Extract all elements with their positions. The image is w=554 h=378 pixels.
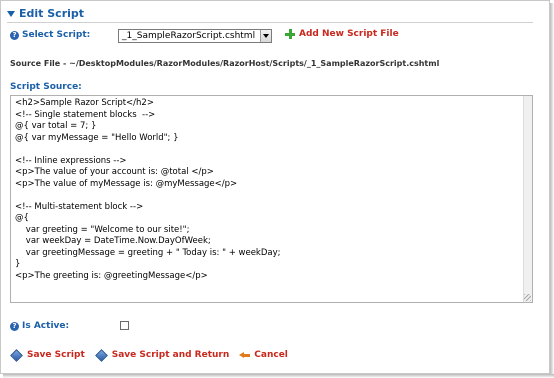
save-script-and-return-label: Save Script and Return — [111, 350, 230, 360]
action-bar: Save Script Save Script and Return Cance… — [10, 348, 298, 362]
add-new-script-file-link[interactable]: Add New Script File — [285, 29, 399, 39]
vertical-scrollbar[interactable] — [523, 96, 532, 302]
section-divider — [7, 22, 533, 23]
source-file-path: Source File - ~/DesktopModules/RazorModu… — [10, 59, 440, 68]
resize-grip-icon[interactable] — [524, 294, 531, 301]
back-arrow-icon — [239, 351, 251, 360]
save-diamond-icon — [94, 348, 108, 362]
panel-shadow-bottom — [3, 374, 554, 378]
is-active-label-group: ? Is Active: — [10, 321, 69, 331]
cancel-label: Cancel — [254, 350, 288, 360]
select-script-dropdown[interactable]: _1_SampleRazorScript.cshtml — [118, 29, 272, 43]
is-active-label: Is Active: — [22, 321, 70, 331]
panel-shadow-right — [550, 3, 554, 378]
dropdown-arrow-icon[interactable] — [260, 30, 271, 42]
save-script-and-return-button[interactable]: Save Script and Return — [94, 348, 230, 362]
is-active-checkbox[interactable] — [120, 321, 129, 330]
help-icon[interactable]: ? — [10, 30, 19, 40]
script-source-textarea[interactable]: <h2>Sample Razor Script</h2> <!-- Single… — [10, 95, 533, 303]
section-title: Edit Script — [19, 7, 85, 20]
add-new-script-file-label: Add New Script File — [299, 29, 399, 39]
save-diamond-icon — [10, 348, 23, 362]
save-script-button[interactable]: Save Script — [10, 348, 85, 362]
section-header[interactable]: Edit Script — [7, 7, 84, 20]
save-script-label: Save Script — [27, 350, 85, 360]
collapse-triangle-icon[interactable] — [7, 10, 15, 17]
script-source-label: Script Source: — [10, 82, 82, 92]
add-icon — [285, 29, 295, 39]
script-source-code[interactable]: <h2>Sample Razor Script</h2> <!-- Single… — [15, 98, 281, 282]
select-script-label-group: ? Select Script: — [10, 30, 90, 40]
select-script-label: Select Script: — [22, 30, 91, 40]
help-icon[interactable]: ? — [10, 321, 19, 331]
edit-script-panel: Edit Script ? Select Script: _1_SampleRa… — [0, 0, 550, 374]
cancel-button[interactable]: Cancel — [239, 350, 288, 360]
select-script-value: _1_SampleRazorScript.cshtml — [122, 31, 256, 41]
